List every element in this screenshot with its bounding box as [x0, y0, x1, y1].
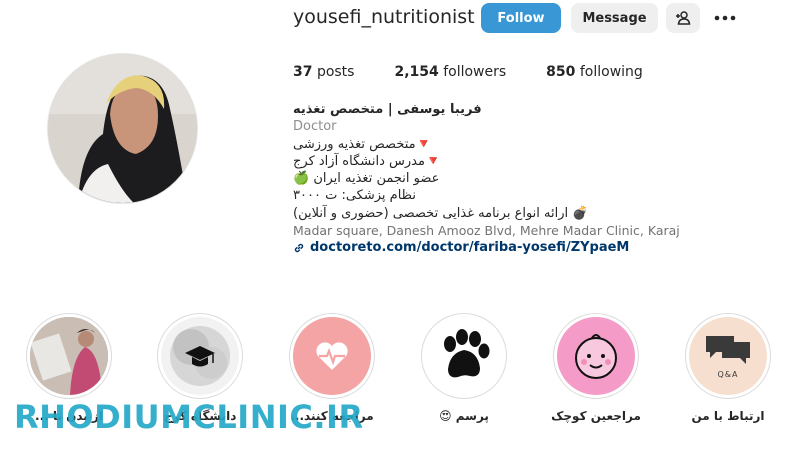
followers-count: 2,154	[394, 64, 439, 80]
category-label: Doctor	[293, 119, 337, 135]
ellipsis-icon	[714, 15, 736, 21]
posts-label: posts	[316, 64, 355, 80]
highlight-label: مراجعین کوچک	[551, 409, 641, 423]
posts-stat: 37 posts	[293, 64, 354, 80]
chat-bubbles-icon: Q&A	[689, 317, 767, 395]
highlight-ring	[421, 313, 507, 399]
link-text[interactable]: doctoreto.com/doctor/fariba-yosefi/ZYpae…	[310, 239, 629, 256]
highlight-ring	[553, 313, 639, 399]
suggested-users-button[interactable]	[666, 3, 700, 33]
address[interactable]: Madar square, Danesh Amooz Blvd, Mehre M…	[293, 222, 713, 239]
message-button[interactable]: Message	[571, 3, 658, 33]
baby-face-icon	[557, 317, 635, 395]
paw-icon	[425, 317, 503, 395]
bio-line: 🔻متخصص تغذیه ورزشی	[293, 136, 432, 152]
following-stat[interactable]: 850 following	[546, 64, 643, 80]
bio-line: عضو انجمن تغذیه ایران 🍏	[293, 171, 440, 187]
full-name: فریبا یوسفی | متخصص تغذیه	[293, 102, 482, 117]
avatar-photo	[48, 54, 197, 203]
highlight-ring	[26, 313, 112, 399]
heart-pulse-icon	[293, 317, 371, 395]
username: yousefi_nutritionist	[293, 6, 475, 28]
more-options-button[interactable]	[710, 3, 740, 33]
profile-avatar[interactable]	[47, 53, 198, 204]
highlight-ring	[289, 313, 375, 399]
watermark-text: RHODIUMCLINIC.IR	[14, 398, 364, 436]
profile-stats: 37 posts 2,154 followers 850 following	[293, 64, 683, 80]
qa-badge: Q&A	[717, 369, 739, 379]
following-count: 850	[546, 64, 576, 80]
follow-button[interactable]: Follow	[481, 3, 561, 33]
bio-line: نظام پزشکی: ت ۳۰۰۰	[293, 188, 416, 204]
highlight-item[interactable]: پرسم 😍	[414, 313, 514, 423]
bio-line: 🔻مدرس دانشگاه آزاد کرج	[293, 153, 442, 169]
graduation-cap-icon	[161, 317, 239, 395]
highlight-item[interactable]: Q&A ارتباط با من	[678, 313, 778, 423]
profile-bio: فریبا یوسفی | متخصص تغذیه Doctor 🔻متخصص …	[293, 101, 713, 257]
highlight-ring	[157, 313, 243, 399]
highlight-ring: Q&A	[685, 313, 771, 399]
link-icon	[294, 243, 304, 253]
followers-stat[interactable]: 2,154 followers	[394, 64, 506, 80]
following-label: following	[579, 64, 643, 80]
bio-line: 💣 ارائه انواع برنامه غذایی تخصصی (حضوری …	[293, 205, 589, 221]
bio-link[interactable]: doctoreto.com/doctor/fariba-yosefi/ZYpae…	[293, 239, 713, 256]
highlight-label: ارتباط با من	[691, 409, 765, 423]
followers-label: followers	[443, 64, 507, 80]
highlight-item[interactable]: مراجعین کوچک	[546, 313, 646, 423]
photo-icon	[30, 317, 108, 395]
add-person-icon	[676, 11, 691, 25]
highlight-label: پرسم 😍	[439, 409, 489, 423]
posts-count: 37	[293, 64, 313, 80]
